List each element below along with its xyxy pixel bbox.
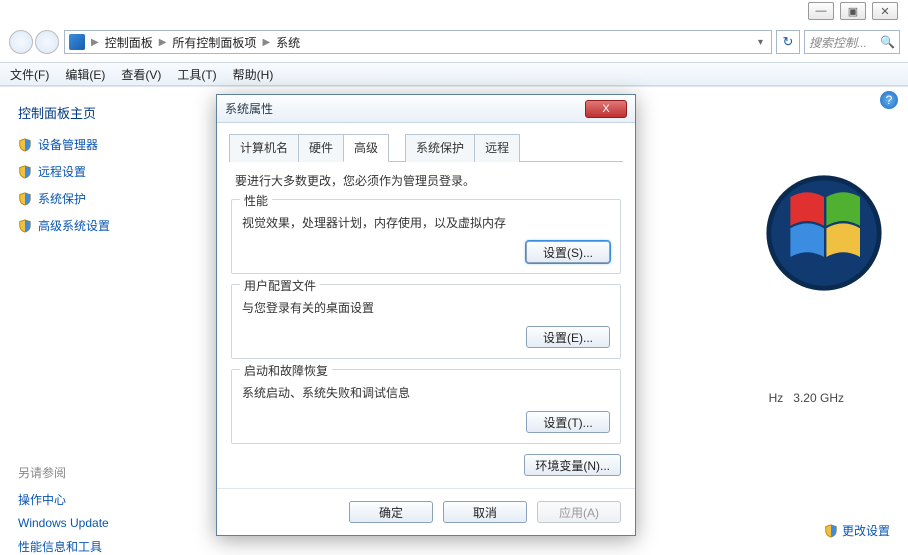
sidebar-item-label: 设备管理器 [38, 136, 98, 153]
menu-view[interactable]: 查看(V) [121, 66, 161, 83]
user-profiles-settings-button[interactable]: 设置(E)... [526, 326, 610, 348]
system-properties-dialog: 系统属性 X 计算机名 硬件 高级 系统保护 远程 要进行大多数更改，您必须作为… [216, 94, 636, 536]
dialog-title: 系统属性 [225, 100, 273, 117]
group-title: 性能 [240, 192, 272, 209]
shield-icon [824, 524, 838, 538]
nav-forward-icon[interactable] [35, 30, 59, 54]
chevron-right-icon: ▶ [91, 37, 99, 48]
window-close-button[interactable]: ✕ [872, 2, 898, 20]
help-icon[interactable]: ? [880, 91, 898, 109]
ok-button[interactable]: 确定 [349, 501, 433, 523]
footer-link-performance[interactable]: 性能信息和工具 [18, 538, 182, 555]
tab-gap [388, 134, 406, 162]
menu-help[interactable]: 帮助(H) [233, 66, 274, 83]
window-maximize-button[interactable]: ▣ [840, 2, 866, 20]
breadcrumb[interactable]: ▶ 控制面板 ▶ 所有控制面板项 ▶ 系统 ▾ [64, 30, 772, 54]
change-settings-label: 更改设置 [842, 522, 890, 539]
menu-file[interactable]: 文件(F) [10, 66, 49, 83]
breadcrumb-seg-1[interactable]: 所有控制面板项 [172, 34, 256, 51]
sidebar-link-device-manager[interactable]: 设备管理器 [18, 136, 182, 153]
sidebar-title: 控制面板主页 [18, 103, 182, 122]
search-input[interactable]: 搜索控制... 🔍 [804, 30, 900, 54]
cpu-info: Hz 3.20 GHz [769, 391, 844, 405]
tab-remote[interactable]: 远程 [474, 134, 520, 162]
nav-back-icon[interactable] [9, 30, 33, 54]
shield-icon [18, 192, 32, 206]
sidebar-link-advanced[interactable]: 高级系统设置 [18, 217, 182, 234]
sidebar-item-label: 远程设置 [38, 163, 86, 180]
cpu-ghz-value: 3.20 GHz [793, 391, 844, 405]
window-minimize-button[interactable]: — [808, 2, 834, 20]
see-also-heading: 另请参阅 [18, 464, 182, 481]
sidebar-item-label: 高级系统设置 [38, 217, 110, 234]
tab-system-protection[interactable]: 系统保护 [405, 134, 475, 162]
search-placeholder: 搜索控制... [809, 34, 867, 51]
shield-icon [18, 138, 32, 152]
sidebar-link-protection[interactable]: 系统保护 [18, 190, 182, 207]
tab-advanced[interactable]: 高级 [343, 134, 389, 162]
sidebar: 控制面板主页 设备管理器 远程设置 系统保护 高级系统设置 另请参阅 操作中心 … [0, 87, 200, 543]
dialog-titlebar[interactable]: 系统属性 X [217, 95, 635, 123]
footer-link-action-center[interactable]: 操作中心 [18, 491, 182, 508]
dialog-tabs: 计算机名 硬件 高级 系统保护 远程 [229, 133, 623, 162]
change-settings-link[interactable]: 更改设置 [824, 522, 890, 539]
group-desc: 与您登录有关的桌面设置 [242, 299, 610, 316]
startup-recovery-settings-button[interactable]: 设置(T)... [526, 411, 610, 433]
cancel-button[interactable]: 取消 [443, 501, 527, 523]
footer-link-windows-update[interactable]: Windows Update [18, 516, 182, 530]
nav-back-forward[interactable] [8, 28, 60, 56]
menu-edit[interactable]: 编辑(E) [65, 66, 105, 83]
group-title: 启动和故障恢复 [240, 362, 332, 379]
chevron-right-icon: ▶ [262, 37, 270, 48]
refresh-icon: ↻ [783, 34, 794, 50]
performance-settings-button[interactable]: 设置(S)... [526, 241, 610, 263]
dialog-close-button[interactable]: X [585, 100, 627, 118]
search-icon[interactable]: 🔍 [880, 35, 895, 49]
group-performance: 性能 视觉效果，处理器计划，内存使用，以及虚拟内存 设置(S)... [231, 199, 621, 274]
group-desc: 系统启动、系统失败和调试信息 [242, 384, 610, 401]
windows-logo-icon [764, 173, 884, 296]
sidebar-link-remote[interactable]: 远程设置 [18, 163, 182, 180]
admin-note: 要进行大多数更改，您必须作为管理员登录。 [235, 172, 617, 189]
sidebar-item-label: 系统保护 [38, 190, 86, 207]
breadcrumb-dropdown-icon[interactable]: ▾ [754, 37, 767, 48]
menu-bar: 文件(F) 编辑(E) 查看(V) 工具(T) 帮助(H) [0, 62, 908, 86]
group-startup-recovery: 启动和故障恢复 系统启动、系统失败和调试信息 设置(T)... [231, 369, 621, 444]
location-icon [69, 34, 85, 50]
shield-icon [18, 165, 32, 179]
group-desc: 视觉效果，处理器计划，内存使用，以及虚拟内存 [242, 214, 610, 231]
cpu-hz-label: Hz [769, 391, 784, 405]
breadcrumb-seg-0[interactable]: 控制面板 [105, 34, 153, 51]
tab-computer-name[interactable]: 计算机名 [229, 134, 299, 162]
apply-button[interactable]: 应用(A) [537, 501, 621, 523]
dialog-footer: 确定 取消 应用(A) [217, 488, 635, 535]
environment-variables-button[interactable]: 环境变量(N)... [524, 454, 621, 476]
tab-hardware[interactable]: 硬件 [298, 134, 344, 162]
group-user-profiles: 用户配置文件 与您登录有关的桌面设置 设置(E)... [231, 284, 621, 359]
breadcrumb-seg-2[interactable]: 系统 [276, 34, 300, 51]
chevron-right-icon: ▶ [159, 37, 167, 48]
refresh-button[interactable]: ↻ [776, 30, 800, 54]
group-title: 用户配置文件 [240, 277, 320, 294]
menu-tools[interactable]: 工具(T) [177, 66, 216, 83]
shield-icon [18, 219, 32, 233]
